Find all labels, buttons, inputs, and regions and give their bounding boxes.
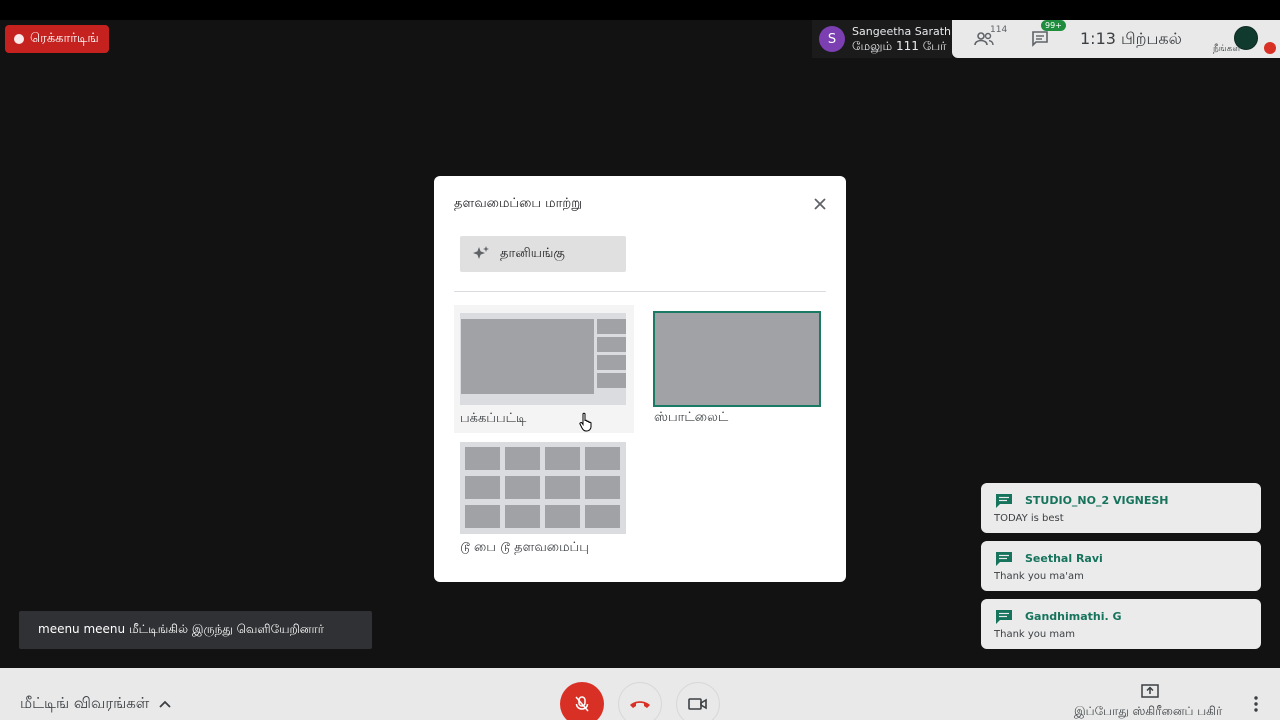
top-bar: 114 99+ 1:13 பிற்பகல் நீங்கள் xyxy=(952,20,1280,58)
spotlight-layout-thumbnail xyxy=(653,311,821,407)
mic-toggle-button[interactable] xyxy=(560,682,604,720)
recording-indicator: ரெக்கார்டிங் xyxy=(5,25,109,53)
presenter-avatar: S xyxy=(819,26,845,52)
message-icon xyxy=(996,552,1012,566)
dialog-divider xyxy=(454,291,826,292)
mic-off-icon xyxy=(1264,42,1276,54)
hand-cursor-icon xyxy=(579,412,592,432)
message-text: TODAY is best xyxy=(994,513,1064,524)
top-strip xyxy=(0,0,1280,20)
spotlight-layout-label: ஸ்பாட்லைட் xyxy=(654,410,729,425)
change-layout-dialog: தளவமைப்பை மாற்று தானியங்கு பக்கப்பட்டி ஸ… xyxy=(434,176,846,582)
chat-message: STUDIO_NO_2 VIGNESH TODAY is best xyxy=(981,483,1261,533)
leave-call-button[interactable] xyxy=(618,682,662,720)
message-icon xyxy=(996,494,1012,508)
present-screen-icon xyxy=(1141,684,1159,698)
mic-off-icon xyxy=(575,696,589,712)
presenter-name: Sangeetha Sarath xyxy=(852,25,952,38)
hang-up-icon xyxy=(630,701,650,708)
record-dot-icon xyxy=(14,34,24,44)
tiled-layout-option[interactable]: டூ பை டூ தளவமைப்பு xyxy=(454,440,634,558)
meeting-details-label: மீட்டிங் விவரங்கள் xyxy=(20,694,150,712)
tiled-layout-label: டூ பை டூ தளவமைப்பு xyxy=(460,540,589,555)
spotlight-layout-option[interactable]: ஸ்பாட்லைட் xyxy=(650,308,826,432)
camera-off-icon xyxy=(688,698,707,710)
camera-toggle-button[interactable] xyxy=(676,682,720,720)
sidebar-layout-label: பக்கப்பட்டி xyxy=(460,411,527,426)
chat-message: Seethal Ravi Thank you ma'am xyxy=(981,541,1261,591)
bottom-bar: மீட்டிங் விவரங்கள் இப்போது ஸ்கிரீனைப் பக… xyxy=(0,668,1280,720)
close-icon xyxy=(814,198,826,210)
meeting-stage: ரெக்கார்டிங் S Sangeetha Sarath மேலும் 1… xyxy=(0,0,1280,720)
self-label: நீங்கள் xyxy=(1213,44,1241,54)
dialog-title: தளவமைப்பை மாற்று xyxy=(454,196,583,211)
message-text: Thank you ma'am xyxy=(994,571,1084,582)
auto-layout-option[interactable]: தானியங்கு xyxy=(460,236,626,272)
recording-label: ரெக்கார்டிங் xyxy=(30,31,99,46)
present-now-label: இப்போது ஸ்கிரீனைப் பகிர் xyxy=(1074,704,1223,718)
tiled-layout-thumbnail xyxy=(460,442,626,534)
presenter-info: S Sangeetha Sarath மேலும் 111 பேர் xyxy=(812,20,952,58)
present-now-button[interactable]: இப்போது ஸ்கிரீனைப் பகிர் xyxy=(1072,684,1232,720)
chat-badge: 99+ xyxy=(1041,20,1066,31)
meeting-details-button[interactable]: மீட்டிங் விவரங்கள் xyxy=(20,694,171,714)
participants-button[interactable]: 114 xyxy=(970,25,1007,53)
sidebar-layout-option[interactable]: பக்கப்பட்டி xyxy=(454,305,634,433)
sidebar-layout-thumbnail xyxy=(460,313,626,405)
sparkle-icon xyxy=(472,245,490,263)
close-button[interactable] xyxy=(810,194,830,214)
auto-layout-label: தானியங்கு xyxy=(500,246,565,261)
participant-left-toast: meenu meenu மீட்டிங்கில் இருந்து வெளியேற… xyxy=(19,611,372,649)
more-options-icon[interactable] xyxy=(1250,696,1262,712)
chevron-up-icon xyxy=(159,700,171,708)
chat-button[interactable]: 99+ xyxy=(1026,20,1066,53)
participant-count: 114 xyxy=(990,25,1008,35)
chat-icon xyxy=(1032,31,1048,47)
message-author: Seethal Ravi xyxy=(1025,552,1103,565)
message-author: STUDIO_NO_2 VIGNESH xyxy=(1025,494,1169,507)
self-tile[interactable]: நீங்கள் xyxy=(1210,20,1278,58)
presenter-subtitle: மேலும் 111 பேர் xyxy=(852,39,947,53)
message-icon xyxy=(996,610,1012,624)
message-text: Thank you mam xyxy=(994,629,1076,640)
message-author: Gandhimathi. G xyxy=(1025,610,1122,623)
meeting-time: 1:13 பிற்பகல் xyxy=(1080,28,1182,48)
chat-message: Gandhimathi. G Thank you mam xyxy=(981,599,1261,649)
